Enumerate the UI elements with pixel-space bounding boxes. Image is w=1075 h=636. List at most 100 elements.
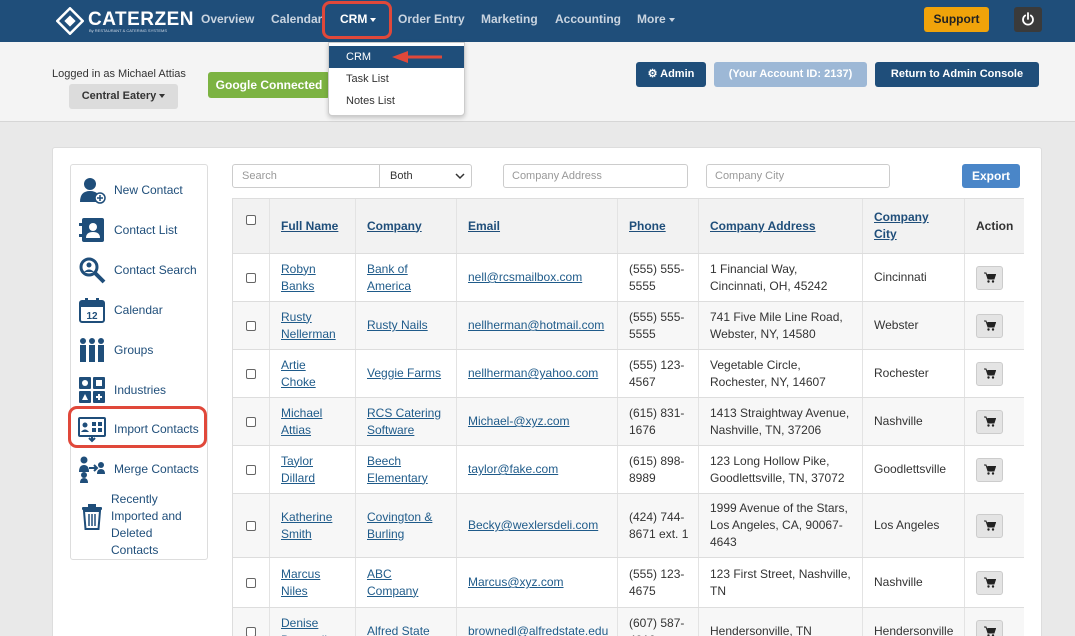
row-checkbox[interactable] bbox=[246, 416, 256, 427]
company-link[interactable]: Veggie Farms bbox=[367, 365, 441, 382]
add-to-order-button[interactable] bbox=[976, 409, 1003, 434]
nav-overview[interactable]: Overview bbox=[201, 12, 254, 26]
contact-name-link[interactable]: Michael Attias bbox=[281, 405, 341, 439]
email-link[interactable]: brownedl@alfredstate.edu bbox=[468, 623, 608, 636]
nav-order-entry[interactable]: Order Entry bbox=[398, 12, 465, 26]
row-checkbox[interactable] bbox=[246, 464, 256, 475]
sort-phone-link[interactable]: Phone bbox=[629, 218, 666, 235]
company-address-input[interactable]: Company Address bbox=[503, 164, 688, 188]
cell-city: Los Angeles bbox=[862, 494, 964, 557]
email-link[interactable]: nell@rcsmailbox.com bbox=[468, 269, 582, 286]
nav-marketing[interactable]: Marketing bbox=[481, 12, 538, 26]
phone-text: (424) 744-8671 ext. 1 bbox=[629, 509, 689, 541]
email-link[interactable]: Michael-@xyz.com bbox=[468, 413, 570, 430]
company-link[interactable]: Covington & Burling bbox=[367, 509, 442, 543]
contact-name-link[interactable]: Marcus Niles bbox=[281, 566, 341, 600]
sidebar-label: Contact Search bbox=[114, 262, 197, 277]
email-link[interactable]: Marcus@xyz.com bbox=[468, 574, 564, 591]
company-link[interactable]: Beech Elementary bbox=[367, 453, 442, 487]
menu-item-task-list[interactable]: Task List bbox=[329, 68, 464, 90]
header-company-address[interactable]: Company Address bbox=[698, 199, 862, 253]
search-scope-select[interactable]: Both bbox=[379, 164, 472, 188]
sidebar-item-contact-search[interactable]: Contact Search bbox=[78, 256, 203, 288]
nav-calendar[interactable]: Calendar bbox=[271, 12, 322, 26]
power-icon bbox=[1022, 12, 1034, 26]
sidebar-item-groups[interactable]: Groups bbox=[78, 336, 203, 368]
sort-email-link[interactable]: Email bbox=[468, 218, 500, 235]
export-button[interactable]: Export bbox=[962, 164, 1020, 188]
header-email[interactable]: Email bbox=[456, 199, 617, 253]
contact-name-link[interactable]: Denise Brownell bbox=[281, 615, 341, 636]
header-full-name[interactable]: Full Name bbox=[269, 199, 355, 253]
row-checkbox[interactable] bbox=[246, 626, 256, 636]
header-company-city[interactable]: Company City bbox=[862, 199, 964, 253]
phone-text: (555) 555-5555 bbox=[629, 261, 685, 293]
contact-name-link[interactable]: Rusty Nellerman bbox=[281, 309, 341, 343]
sidebar-item-industries[interactable]: Industries bbox=[78, 376, 203, 408]
cell-name: Michael Attias bbox=[269, 398, 355, 445]
sidebar-item-new-contact[interactable]: New Contact bbox=[78, 176, 203, 208]
row-checkbox[interactable] bbox=[246, 577, 256, 588]
sidebar-item-calendar[interactable]: 12 Calendar bbox=[78, 296, 203, 328]
email-link[interactable]: Becky@wexlersdeli.com bbox=[468, 517, 598, 534]
nav-more[interactable]: More bbox=[637, 12, 675, 26]
cell-city: Hendersonville bbox=[862, 608, 964, 636]
account-id-button[interactable]: (Your Account ID: 2137) bbox=[714, 62, 867, 87]
calendar-icon: 12 bbox=[79, 298, 105, 323]
address-text: 1 Financial Way, Cincinnati, OH, 45242 bbox=[710, 261, 828, 293]
caterzen-logo[interactable]: CATERZEN By RESTAURANT & CATERING SYSTEM… bbox=[56, 7, 194, 35]
cell-company: ABC Company bbox=[355, 558, 456, 607]
company-link[interactable]: Bank of America bbox=[367, 261, 442, 295]
sidebar-item-merge-contacts[interactable]: Merge Contacts bbox=[78, 455, 203, 487]
cell-action bbox=[964, 254, 1024, 301]
row-checkbox[interactable] bbox=[246, 368, 256, 379]
cell-name: Marcus Niles bbox=[269, 558, 355, 607]
power-button[interactable] bbox=[1014, 7, 1042, 32]
email-link[interactable]: nellherman@hotmail.com bbox=[468, 317, 604, 334]
sidebar-item-recently-imported-deleted[interactable]: Recently Imported and Deleted Contacts bbox=[78, 492, 203, 557]
menu-item-notes-list[interactable]: Notes List bbox=[329, 90, 464, 112]
add-to-order-button[interactable] bbox=[976, 513, 1003, 538]
search-input[interactable]: Search bbox=[232, 164, 380, 188]
sort-company-city-link[interactable]: Company City bbox=[874, 209, 934, 243]
row-checkbox[interactable] bbox=[246, 272, 256, 283]
company-link[interactable]: ABC Company bbox=[367, 566, 442, 600]
select-all-checkbox[interactable] bbox=[246, 215, 256, 225]
select-all-cell bbox=[232, 199, 269, 253]
contact-name-link[interactable]: Robyn Banks bbox=[281, 261, 341, 295]
table-row: Rusty Nellerman Rusty Nails nellherman@hot… bbox=[232, 302, 1024, 350]
sort-full-name-link[interactable]: Full Name bbox=[281, 218, 338, 235]
header-company[interactable]: Company bbox=[355, 199, 456, 253]
sort-company-address-link[interactable]: Company Address bbox=[710, 218, 816, 235]
contact-name-link[interactable]: Katherine Smith bbox=[281, 509, 341, 543]
search-scope-value: Both bbox=[390, 170, 413, 182]
sort-company-link[interactable]: Company bbox=[367, 218, 422, 235]
company-link[interactable]: Alfred State bbox=[367, 623, 430, 636]
add-to-order-button[interactable] bbox=[976, 361, 1003, 386]
row-checkbox[interactable] bbox=[246, 320, 256, 331]
nav-accounting[interactable]: Accounting bbox=[555, 12, 621, 26]
contact-name-link[interactable]: Taylor Dillard bbox=[281, 453, 341, 487]
company-city-input[interactable]: Company City bbox=[706, 164, 890, 188]
row-checkbox[interactable] bbox=[246, 520, 256, 531]
return-admin-console-button[interactable]: Return to Admin Console bbox=[875, 62, 1039, 87]
add-to-order-button[interactable] bbox=[976, 265, 1003, 290]
add-to-order-button[interactable] bbox=[976, 313, 1003, 338]
add-to-order-button[interactable] bbox=[976, 457, 1003, 482]
google-connected-button[interactable]: Google Connected bbox=[208, 72, 330, 98]
company-link[interactable]: RCS Catering Software bbox=[367, 405, 442, 439]
company-link[interactable]: Rusty Nails bbox=[367, 317, 428, 334]
sidebar-item-contact-list[interactable]: Contact List bbox=[78, 216, 203, 248]
support-button[interactable]: Support bbox=[924, 7, 989, 32]
sidebar-label: Industries bbox=[114, 382, 167, 397]
add-to-order-button[interactable] bbox=[976, 570, 1003, 595]
header-phone[interactable]: Phone bbox=[617, 199, 698, 253]
email-link[interactable]: nellherman@yahoo.com bbox=[468, 365, 598, 382]
location-dropdown[interactable]: Central Eatery bbox=[69, 84, 178, 109]
address-text: 741 Five Mile Line Road, Webster, NY, 14… bbox=[710, 309, 843, 341]
admin-button[interactable]: ⚙ Admin bbox=[636, 62, 706, 87]
cell-company: Rusty Nails bbox=[355, 302, 456, 349]
email-link[interactable]: taylor@fake.com bbox=[468, 461, 558, 478]
contact-name-link[interactable]: Artie Choke bbox=[281, 357, 341, 391]
add-to-order-button[interactable] bbox=[976, 619, 1003, 636]
